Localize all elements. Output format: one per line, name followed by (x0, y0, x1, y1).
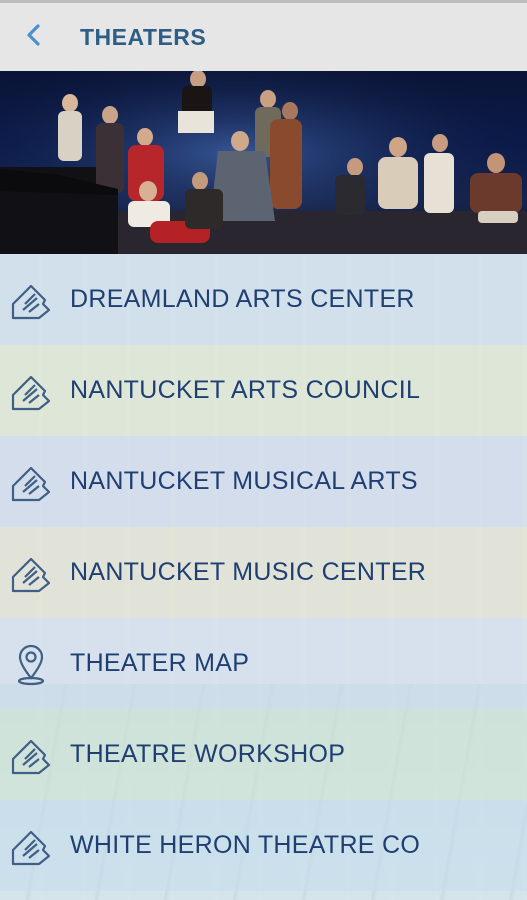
ticket-icon (0, 709, 62, 800)
list-item-label: NANTUCKET ARTS COUNCIL (70, 376, 421, 404)
list-item-label: DREAMLAND ARTS CENTER (70, 285, 415, 313)
list-item-nantucket-musical-arts[interactable]: NANTUCKET MUSICAL ARTS (0, 436, 527, 527)
map-pin-icon (0, 618, 62, 709)
ticket-icon (0, 436, 62, 527)
app-header: THEATERS (0, 3, 527, 71)
list-item-nantucket-music-center[interactable]: NANTUCKET MUSIC CENTER (0, 527, 527, 618)
list-item-theater-map[interactable]: THEATER MAP (0, 618, 527, 709)
ticket-icon (0, 254, 62, 345)
theater-list: DREAMLAND ARTS CENTER NANTUCKET ARTS COU… (0, 254, 527, 900)
ticket-icon (0, 345, 62, 436)
list-item-dreamland-arts-center[interactable]: DREAMLAND ARTS CENTER (0, 254, 527, 345)
ticket-icon (0, 800, 62, 891)
back-button[interactable] (0, 3, 70, 71)
list-item-nantucket-arts-council[interactable]: NANTUCKET ARTS COUNCIL (0, 345, 527, 436)
list-item-white-heron-theatre-co[interactable]: WHITE HERON THEATRE CO (0, 800, 527, 891)
chevron-left-icon (24, 23, 44, 52)
hero-image (0, 71, 527, 254)
ticket-icon (0, 527, 62, 618)
list-item-theatre-workshop[interactable]: THEATRE WORKSHOP (0, 709, 527, 800)
list-item-label: THEATRE WORKSHOP (70, 740, 346, 768)
list-item-label: NANTUCKET MUSICAL ARTS (70, 467, 418, 495)
page-title: THEATERS (80, 23, 207, 50)
list-item-label: THEATER MAP (70, 649, 250, 677)
list-item-label: WHITE HERON THEATRE CO (70, 831, 421, 859)
list-item-label: NANTUCKET MUSIC CENTER (70, 558, 427, 586)
